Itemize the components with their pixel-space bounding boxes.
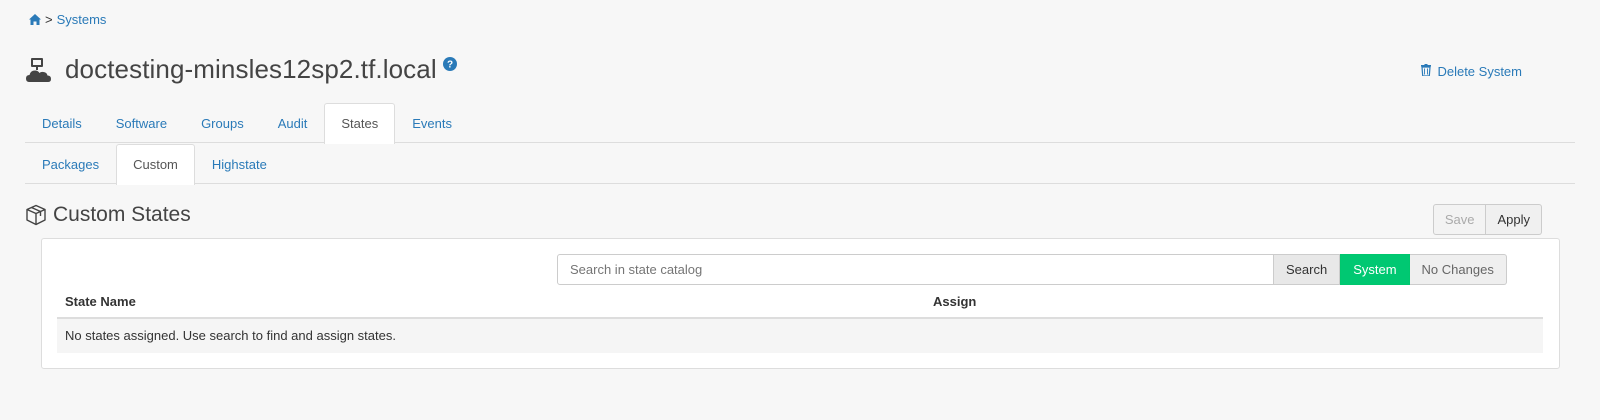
tab-states[interactable]: States <box>324 103 396 144</box>
table-header: State Name Assign <box>57 289 1543 319</box>
breadcrumb-separator: > <box>45 12 53 27</box>
svg-text:?: ? <box>447 59 453 70</box>
subtab-custom[interactable]: Custom <box>116 144 195 185</box>
filter-system-button[interactable]: System <box>1340 254 1410 285</box>
state-catalog-search-input[interactable] <box>557 254 1274 285</box>
page-title: doctesting-minsles12sp2.tf.local <box>65 54 437 84</box>
search-button[interactable]: Search <box>1274 254 1341 285</box>
search-bar: Search System No Changes <box>557 254 1507 285</box>
cubes-icon <box>25 204 47 226</box>
save-button[interactable]: Save <box>1432 204 1487 235</box>
column-header-state-name[interactable]: State Name <box>57 289 925 317</box>
breadcrumb: > Systems <box>29 12 106 27</box>
breadcrumb-systems-link[interactable]: Systems <box>57 12 107 27</box>
system-cloud-icon <box>25 56 53 84</box>
save-apply-group: Save Apply <box>1432 204 1542 235</box>
section-title: Custom States <box>53 203 191 226</box>
tab-audit[interactable]: Audit <box>261 103 325 143</box>
states-table: State Name Assign No states assigned. Us… <box>57 289 1543 353</box>
empty-message: No states assigned. Use search to find a… <box>57 319 1543 353</box>
section-header: Custom States <box>25 203 191 227</box>
help-icon[interactable]: ? <box>442 56 457 71</box>
sub-tabs: Packages Custom Highstate <box>25 144 1575 185</box>
delete-system-label: Delete System <box>1437 64 1522 79</box>
filter-no-changes-button[interactable]: No Changes <box>1409 254 1507 285</box>
tab-groups[interactable]: Groups <box>184 103 261 143</box>
main-tabs: Details Software Groups Audit States Eve… <box>25 103 1575 144</box>
column-header-assign[interactable]: Assign <box>925 289 976 317</box>
page-header: doctesting-minsles12sp2.tf.local ? <box>25 54 457 85</box>
apply-button[interactable]: Apply <box>1486 204 1542 235</box>
tab-events[interactable]: Events <box>395 103 469 143</box>
custom-states-panel: Search System No Changes State Name Assi… <box>41 238 1560 369</box>
subtab-packages[interactable]: Packages <box>25 144 116 184</box>
trash-icon <box>1421 64 1432 79</box>
tab-software[interactable]: Software <box>99 103 184 143</box>
delete-system-button[interactable]: Delete System <box>1421 64 1522 79</box>
tab-details[interactable]: Details <box>25 103 99 143</box>
subtab-highstate[interactable]: Highstate <box>195 144 284 184</box>
home-icon[interactable] <box>29 14 41 25</box>
